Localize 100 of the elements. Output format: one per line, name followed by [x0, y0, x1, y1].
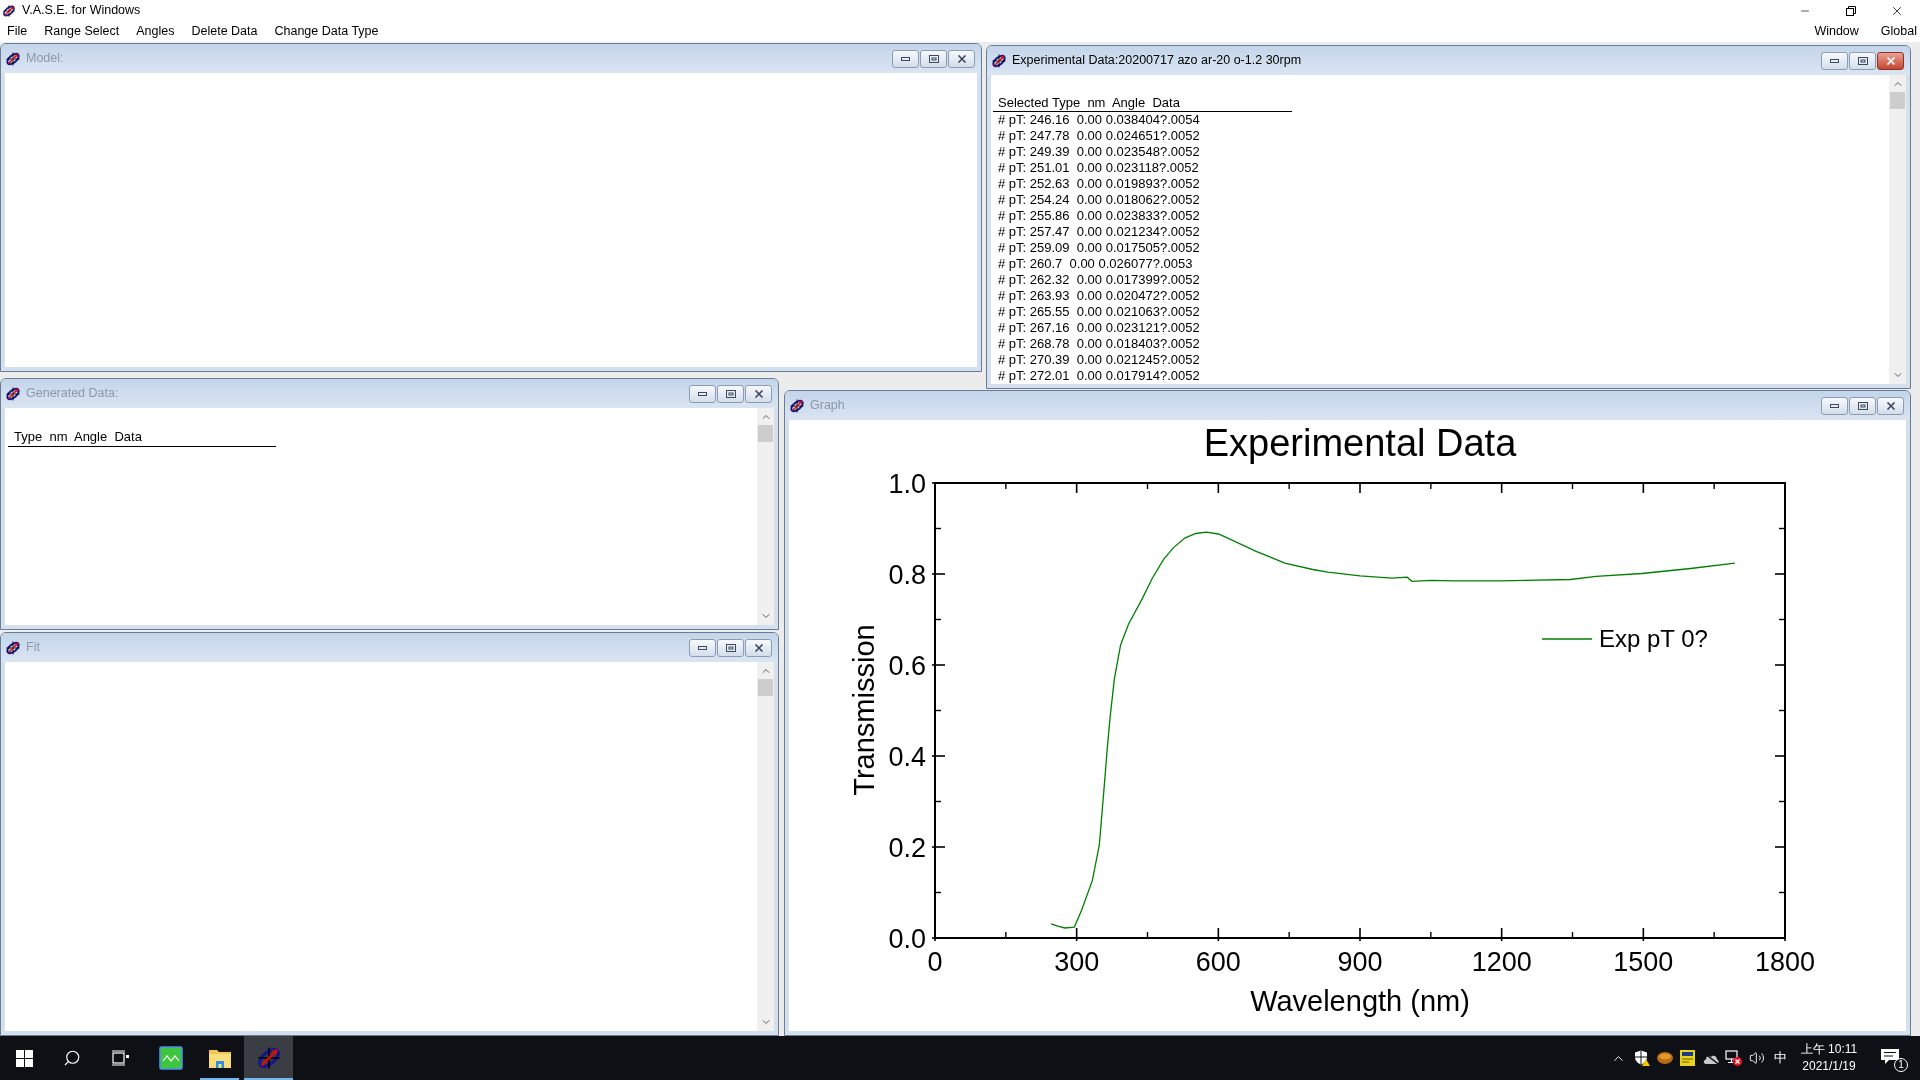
maximize-icon [1857, 56, 1868, 65]
menu-item[interactable]: File [3, 21, 32, 42]
window-title: Graph [810, 397, 845, 415]
shield-warning-icon[interactable] [1633, 1050, 1650, 1066]
notification-badge: 1 [1894, 1058, 1908, 1072]
vertical-scrollbar[interactable] [1889, 75, 1906, 384]
data-row[interactable]: # pT: 265.55 0.00 0.021063?.0052 [991, 304, 1200, 320]
data-row[interactable]: # pT: 251.01 0.00 0.023118?.0052 [991, 160, 1199, 176]
maximize-button[interactable] [1849, 51, 1876, 70]
close-button[interactable] [745, 638, 772, 657]
clock[interactable]: 上午 10:11 2021/1/19 [1796, 1041, 1862, 1075]
maximize-button[interactable] [1849, 396, 1876, 415]
app-logo-icon [255, 1045, 282, 1071]
data-row[interactable]: # pT: 247.78 0.00 0.024651?.0052 [991, 128, 1200, 144]
search-icon [63, 1049, 81, 1067]
legend-line-icon [1541, 638, 1593, 640]
maximize-button[interactable] [717, 638, 744, 657]
minimize-button[interactable] [689, 384, 716, 403]
legend-label: Exp pT 0? [1599, 625, 1708, 652]
x-tick-label: 300 [1054, 947, 1100, 977]
y-tick-label: 0.0 [888, 923, 926, 954]
notification-icon[interactable] [1880, 1048, 1900, 1066]
app-logo-icon [5, 639, 21, 656]
menu-item[interactable]: Delete Data [187, 21, 262, 42]
app-logo-icon [789, 397, 805, 414]
y-tick-label: 1.0 [888, 468, 926, 499]
y-tick-label: 0.2 [888, 832, 926, 863]
close-button[interactable] [1877, 51, 1904, 70]
x-tick-label: 600 [1195, 947, 1241, 977]
close-icon [753, 643, 764, 652]
vertical-scrollbar[interactable] [757, 662, 774, 1031]
card-icon[interactable] [1680, 1050, 1695, 1066]
network-error-icon[interactable] [1725, 1050, 1742, 1066]
x-tick-label: 0 [927, 947, 943, 977]
chart-title: Experimental Data [1203, 422, 1517, 464]
minimize-button[interactable] [1821, 51, 1848, 70]
x-tick-label: 900 [1337, 947, 1383, 977]
maximize-button[interactable] [717, 384, 744, 403]
window-title: Fit [26, 639, 40, 657]
maximize-button[interactable] [920, 49, 947, 68]
minimize-icon [901, 56, 910, 61]
maximize-icon [1857, 401, 1868, 410]
clock-date: 2021/1/19 [1802, 1058, 1856, 1075]
close-icon [1885, 401, 1896, 410]
column-header: Selected Type nm Angle Data [997, 95, 1180, 111]
app-logo-icon [991, 52, 1007, 69]
data-row[interactable]: # pT: 254.24 0.00 0.018062?.0052 [991, 192, 1200, 208]
data-row[interactable]: # pT: 270.39 0.00 0.021245?.0052 [991, 352, 1200, 368]
data-row[interactable]: # pT: 263.93 0.00 0.020472?.0052 [991, 288, 1200, 304]
restore-icon [1846, 5, 1856, 16]
data-row[interactable]: # pT: 252.63 0.00 0.019893?.0052 [991, 176, 1200, 192]
input-method-indicator[interactable]: 中 [1768, 1048, 1792, 1068]
menu-item[interactable]: Range Select [40, 21, 124, 42]
menu-item[interactable]: Window [1814, 21, 1859, 42]
line-chart-icon [158, 1046, 183, 1070]
close-button[interactable] [948, 49, 975, 68]
close-button[interactable] [745, 384, 772, 403]
minimize-button[interactable] [1821, 396, 1848, 415]
menu-item[interactable]: Global [1880, 21, 1917, 42]
window-title: Model: [26, 50, 64, 68]
menu-item[interactable]: Angles [132, 21, 179, 42]
data-row[interactable]: # pT: 257.47 0.00 0.021234?.0052 [991, 224, 1200, 240]
y-tick-label: 0.8 [888, 559, 926, 590]
minimize-button[interactable] [892, 49, 919, 68]
close-button[interactable] [1877, 396, 1904, 415]
close-icon [956, 54, 967, 63]
app-title: V.A.S.E. for Windows [22, 2, 141, 20]
minimize-icon [698, 645, 707, 650]
minimize-button[interactable] [689, 638, 716, 657]
data-row[interactable]: # pT: 249.39 0.00 0.023548?.0052 [991, 144, 1200, 160]
folder-icon [207, 1047, 232, 1069]
data-row[interactable]: # pT: 260.7 0.00 0.026077?.0053 [991, 256, 1193, 272]
app-logo-icon [5, 50, 21, 67]
app-logo-icon [5, 385, 21, 402]
disc-icon[interactable] [1656, 1052, 1673, 1064]
data-row[interactable]: # pT: 255.86 0.00 0.023833?.0052 [991, 208, 1200, 224]
x-tick-label: 1200 [1471, 947, 1532, 977]
data-row[interactable]: # pT: 259.09 0.00 0.017505?.0052 [991, 240, 1200, 256]
window-title: Generated Data: [26, 385, 119, 403]
data-row[interactable]: # pT: 268.78 0.00 0.018403?.0052 [991, 336, 1200, 352]
window-title: Experimental Data:20200717 azo ar-20 o-1.2 30rpm [1012, 52, 1302, 70]
column-header: Type nm Angle Data [13, 429, 142, 445]
data-row[interactable]: # pT: 267.16 0.00 0.023121?.0052 [991, 320, 1200, 336]
app-logo-icon [2, 3, 16, 18]
scrollbar-thumb[interactable] [1890, 92, 1905, 109]
data-row[interactable]: # pT: 246.16 0.00 0.038404?.0054 [991, 112, 1200, 128]
scrollbar-thumb[interactable] [758, 425, 773, 442]
minimize-icon [698, 391, 707, 396]
minimize-icon [1830, 58, 1839, 63]
scrollbar-thumb[interactable] [758, 679, 773, 696]
data-row[interactable]: # pT: 262.32 0.00 0.017399?.0052 [991, 272, 1200, 288]
taskbar-app-button[interactable] [244, 1036, 293, 1080]
data-row[interactable]: # pT: 272.01 0.00 0.017914?.0052 [991, 368, 1200, 384]
speaker-icon[interactable] [1748, 1050, 1765, 1066]
close-icon [1885, 56, 1896, 65]
menu-item[interactable]: Change Data Type [270, 21, 383, 42]
x-axis-title: Wavelength (nm) [1250, 985, 1470, 1017]
vertical-scrollbar[interactable] [757, 408, 774, 625]
x-tick-label: 1800 [1754, 947, 1816, 977]
clock-time: 上午 10:11 [1800, 1041, 1858, 1058]
